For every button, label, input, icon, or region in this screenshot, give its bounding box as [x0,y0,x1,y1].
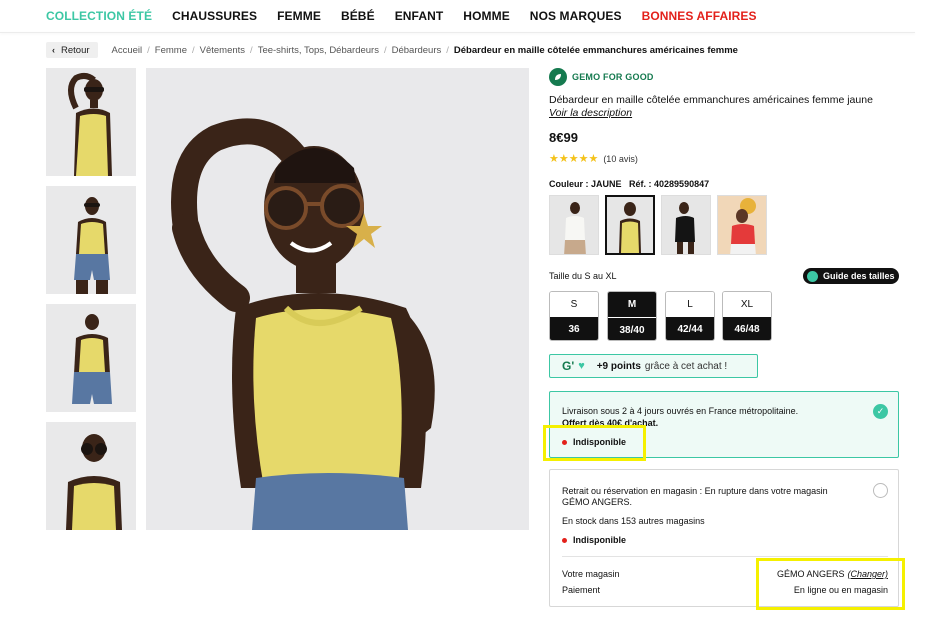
breadcrumb-separator: / [383,44,387,56]
store-pickup-option[interactable]: Retrait ou réservation en magasin : En r… [549,469,899,607]
breadcrumb-separator: / [147,44,150,56]
breadcrumb-item-debardeurs[interactable]: Débardeurs [392,45,442,56]
my-store-key: Votre magasin [562,569,620,579]
loyalty-logo: G' [562,359,575,373]
status-dot-icon [562,537,567,543]
heart-icon: ♥ [578,360,585,372]
rating-stars: ★★★★★ [549,153,599,165]
size-option-xl[interactable]: XL 46/48 [722,291,772,341]
color-ref-line: Couleur : JAUNE Réf. : 40289590847 [549,179,709,189]
size-option-s[interactable]: S 36 [549,291,599,341]
size-letter: XL [723,292,771,317]
leaf-icon [549,68,567,86]
thumbnail-3-photo [46,304,136,412]
swatch-white-image [550,196,598,254]
ruler-icon [807,270,818,282]
reviews-count: (10 avis) [603,153,638,164]
thumbnail-4[interactable] [46,422,136,530]
rating[interactable]: ★★★★★ (10 avis) [549,152,638,165]
nav-item-homme[interactable]: HOMME [463,9,510,23]
thumbnail-1[interactable] [46,68,136,176]
breadcrumb: ‹ Retour Accueil / Femme / Vêtements / T… [46,42,738,58]
ref-label: Réf. : 40289590847 [629,179,710,189]
delivery-line-1: Livraison sous 2 à 4 jours ouvrés en Fra… [562,406,799,416]
payment-value: En ligne ou en magasin [793,585,888,595]
breadcrumb-item-tops[interactable]: Tee-shirts, Tops, Débardeurs [258,45,379,56]
size-eu: 42/44 [666,317,714,340]
delivery-status-text: Indisponible [573,437,626,447]
nav-item-bonnes-affaires[interactable]: BONNES AFFAIRES [642,9,757,23]
payment-key: Paiement [562,585,601,595]
store-line-1: Retrait ou réservation en magasin : En r… [562,486,828,496]
radio-button[interactable] [873,483,888,498]
main-product-photo[interactable] [146,68,529,530]
color-swatch-red[interactable] [717,195,767,255]
nav-item-bebe[interactable]: BÉBÉ [341,9,375,23]
loyalty-points-text: grâce à cet achat ! [644,360,728,372]
thumbnail-2-photo [46,186,136,294]
store-line-2: GÉMO ANGERS. [562,497,633,507]
thumbnail-2[interactable] [46,186,136,294]
store-stock-text: En stock dans 153 autres magasins [562,516,705,526]
my-store-name: GÉMO ANGERS [776,569,845,579]
swatch-red-image [718,196,766,254]
size-letter: S [550,292,598,317]
swatch-yellow-image [607,197,653,253]
brand-label: GEMO FOR GOOD [572,72,654,82]
size-eu: 36 [550,317,598,340]
status-dot-icon [562,439,567,445]
check-icon: ✓ [873,404,888,419]
size-option-l[interactable]: L 42/44 [665,291,715,341]
size-letter: M [608,292,656,317]
change-store-link[interactable]: (Changer) [847,569,888,579]
loyalty-points-banner: G' ♥ +9 points grâce à cet achat ! [549,354,758,378]
chevron-left-icon: ‹ [52,45,55,55]
color-swatch-white[interactable] [549,195,599,255]
loyalty-points: +9 points [596,360,641,372]
brand-badge: GEMO FOR GOOD [549,68,654,86]
delivery-line-2: Offert dès 40€ d'achat. [562,418,659,428]
thumbnail-4-photo [46,422,136,530]
my-store-value: GÉMO ANGERS (Changer) [777,569,888,579]
back-button[interactable]: ‹ Retour [46,42,98,58]
color-label: Couleur : JAUNE [549,179,622,189]
description-link[interactable]: Voir la description [549,107,632,119]
size-letter: L [666,292,714,317]
nav-divider [0,32,915,33]
nav-item-enfant[interactable]: ENFANT [395,9,444,23]
thumbnail-3[interactable] [46,304,136,412]
breadcrumb-separator: / [446,44,449,56]
size-eu: 38/40 [608,317,656,340]
size-eu: 46/48 [723,317,771,340]
store-status-text: Indisponible [573,535,626,545]
nav-item-nos-marques[interactable]: NOS MARQUES [530,9,622,23]
breadcrumb-separator: / [191,44,195,56]
size-guide-label: Guide des tailles [823,271,895,281]
product-price: 8€99 [549,130,578,145]
back-button-label: Retour [61,44,90,56]
breadcrumb-item-femme[interactable]: Femme [155,45,187,56]
store-status: Indisponible [562,535,626,545]
size-range-label: Taille du S au XL [549,271,617,281]
size-guide-button[interactable]: Guide des tailles [803,268,899,284]
top-nav: COLLECTION ÉTÉ CHAUSSURES FEMME BÉBÉ ENF… [0,0,943,32]
swatch-black-image [662,196,710,254]
delivery-option[interactable]: Livraison sous 2 à 4 jours ouvrés en Fra… [549,391,899,458]
color-swatch-yellow[interactable] [605,195,655,255]
breadcrumb-item-vetements[interactable]: Vêtements [200,45,245,56]
breadcrumb-item-current: Débardeur en maille côtelée emmanchures … [453,44,738,56]
nav-item-femme[interactable]: FEMME [277,9,321,23]
color-swatch-black[interactable] [661,195,711,255]
thumbnail-1-photo [46,68,136,176]
nav-item-chaussures[interactable]: CHAUSSURES [172,9,257,23]
nav-item-collection-ete[interactable]: COLLECTION ÉTÉ [46,9,152,23]
breadcrumb-item-accueil[interactable]: Accueil [112,45,143,56]
size-option-m[interactable]: M 38/40 [607,291,657,341]
store-divider [562,556,888,557]
breadcrumb-separator: / [250,44,253,56]
delivery-status: Indisponible [562,437,626,447]
main-photo-illustration [146,68,529,530]
product-title: Débardeur en maille côtelée emmanchures … [549,94,873,106]
